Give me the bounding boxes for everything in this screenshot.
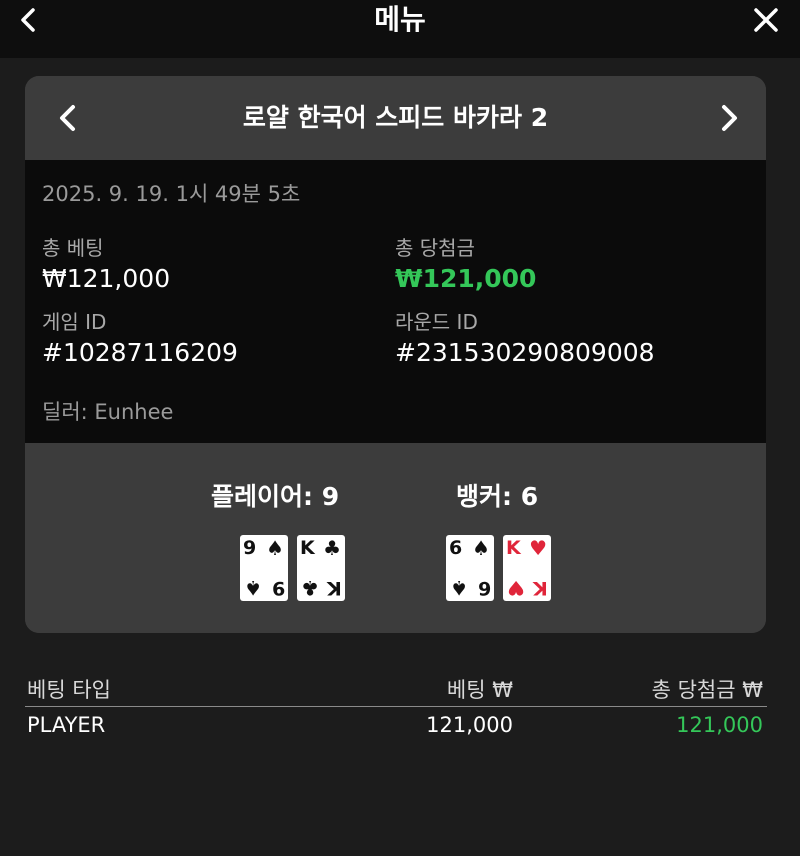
bet-table: 베팅 타입 베팅 ₩ 총 당첨금 ₩ PLAYER 121,000 121,00… bbox=[25, 668, 767, 747]
close-icon[interactable] bbox=[752, 6, 780, 34]
chevron-left-icon bbox=[60, 105, 75, 131]
card-rank: K bbox=[327, 577, 342, 599]
round-id-value: #231530290809008 bbox=[395, 338, 655, 367]
table-row: PLAYER 121,000 121,000 bbox=[25, 707, 767, 747]
game-id-value: #10287116209 bbox=[42, 338, 238, 367]
total-win-label: 총 당첨금 bbox=[395, 236, 475, 260]
banker-score-label: 뱅커: 6 bbox=[456, 482, 539, 511]
card-suit-icon: ♣ bbox=[301, 576, 319, 600]
player-card-2: K ♣ ♣ K bbox=[297, 535, 345, 601]
page-title: 메뉴 bbox=[374, 3, 426, 36]
card-rank: 6 bbox=[449, 537, 463, 559]
header-bet-type: 베팅 타입 bbox=[27, 678, 111, 702]
card-suit-icon: ♥ bbox=[529, 536, 547, 560]
row-bet-amount: 121,000 bbox=[426, 713, 513, 737]
game-title: 로얄 한국어 스피드 바카라 2 bbox=[242, 103, 549, 132]
row-bet-type: PLAYER bbox=[27, 713, 106, 737]
header-total-win: 총 당첨금 ₩ bbox=[651, 678, 763, 702]
total-bet-value: ₩121,000 bbox=[42, 264, 171, 293]
card-rank: K bbox=[506, 537, 521, 559]
card-rank: K bbox=[300, 537, 315, 559]
game-id-label: 게임 ID bbox=[42, 310, 107, 334]
card-rank: 6 bbox=[477, 577, 491, 599]
previous-game-button[interactable] bbox=[51, 100, 87, 136]
banker-card-1: 6 ♠ ♠ 6 bbox=[446, 535, 494, 601]
header-bet-amount: 베팅 ₩ bbox=[446, 678, 513, 702]
dealer-name: 딜러: Eunhee bbox=[42, 400, 174, 424]
player-score-label: 플레이어: 9 bbox=[211, 482, 340, 511]
total-bet-label: 총 베팅 bbox=[42, 236, 104, 260]
top-bar: 메뉴 bbox=[0, 0, 800, 58]
cards-area: 플레이어: 9 뱅커: 6 9 ♠ ♠ 9 K ♣ ♣ K 6 ♠ ♠ 6 K ♥ ♥ K bbox=[25, 443, 766, 633]
card-suit-icon: ♥ bbox=[507, 576, 525, 600]
card-suit-icon: ♠ bbox=[472, 536, 490, 560]
round-date: 2025. 9. 19. 1시 49분 5초 bbox=[42, 182, 301, 206]
round-id-label: 라운드 ID bbox=[395, 310, 478, 334]
card-header: 로얄 한국어 스피드 바카라 2 bbox=[25, 76, 766, 160]
card-suit-icon: ♣ bbox=[323, 536, 341, 560]
row-total-win: 121,000 bbox=[676, 713, 763, 737]
next-game-button[interactable] bbox=[710, 100, 746, 136]
total-win-value: ₩121,000 bbox=[395, 264, 537, 293]
banker-card-2: K ♥ ♥ K bbox=[503, 535, 551, 601]
card-rank: K bbox=[533, 577, 548, 599]
card-suit-icon: ♠ bbox=[266, 536, 284, 560]
card-rank: 9 bbox=[271, 577, 285, 599]
card-suit-icon: ♠ bbox=[244, 576, 262, 600]
card-rank: 9 bbox=[243, 537, 257, 559]
table-header: 베팅 타입 베팅 ₩ 총 당첨금 ₩ bbox=[25, 668, 767, 707]
chevron-right-icon bbox=[722, 105, 737, 131]
round-info: 2025. 9. 19. 1시 49분 5초 총 베팅 ₩121,000 총 당… bbox=[25, 160, 766, 443]
card-suit-icon: ♠ bbox=[450, 576, 468, 600]
player-card-1: 9 ♠ ♠ 9 bbox=[240, 535, 288, 601]
game-history-card: 로얄 한국어 스피드 바카라 2 2025. 9. 19. 1시 49분 5초 … bbox=[25, 76, 766, 633]
